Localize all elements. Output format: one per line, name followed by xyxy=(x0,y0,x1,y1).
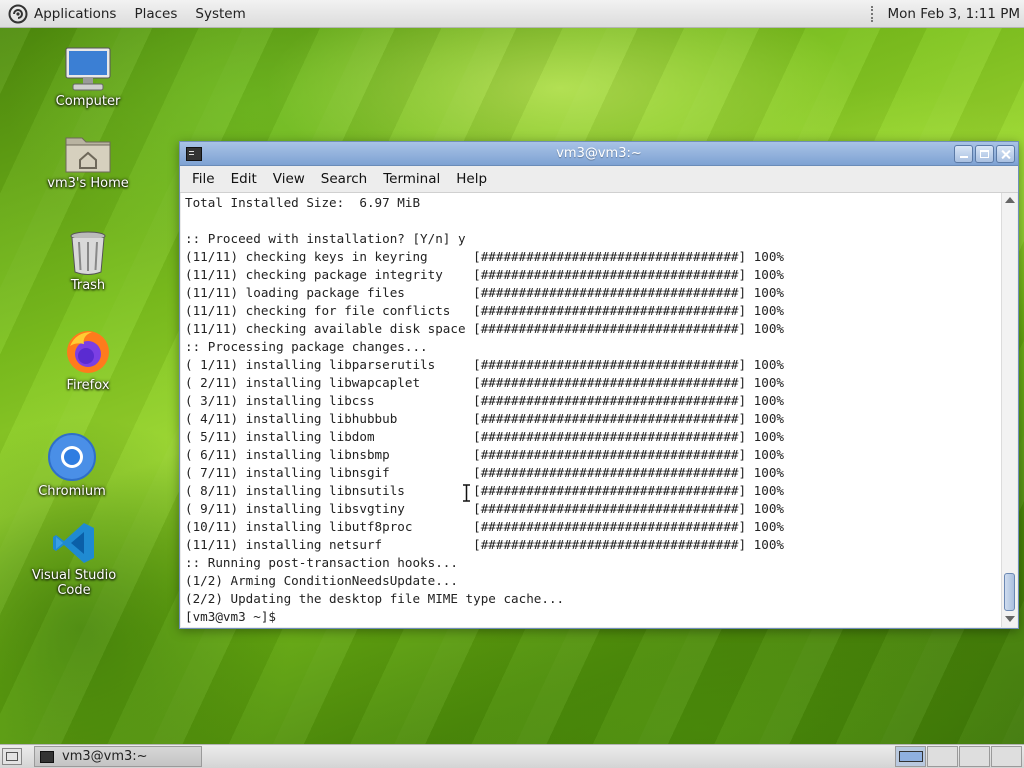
window-controls xyxy=(954,144,1015,163)
firefox-icon xyxy=(67,331,109,373)
home-folder-icon xyxy=(65,137,111,173)
menu-help[interactable]: Help xyxy=(448,171,495,187)
menu-terminal[interactable]: Terminal xyxy=(375,171,448,187)
trash-icon xyxy=(70,231,106,275)
menu-search[interactable]: Search xyxy=(313,171,375,187)
desktop-icon-firefox[interactable]: Firefox xyxy=(28,328,148,393)
panel-status-area: Mon Feb 3, 1:11 PM xyxy=(871,0,1024,28)
applications-menu[interactable]: Applications xyxy=(0,0,125,28)
window-title: vm3@vm3:~ xyxy=(556,146,642,161)
workspace-switcher xyxy=(894,746,1022,767)
desktop-icon-home[interactable]: vm3's Home xyxy=(28,130,148,191)
terminal-output[interactable]: Total Installed Size: 6.97 MiB :: Procee… xyxy=(181,193,1001,627)
desktop-icon-label: Chromium xyxy=(38,484,106,499)
workspace-3[interactable] xyxy=(959,746,990,767)
scrollbar-thumb[interactable] xyxy=(1004,573,1015,611)
desktop-icon-chromium[interactable]: Chromium xyxy=(12,432,132,499)
top-panel: Applications Places System Mon Feb 3, 1:… xyxy=(0,0,1024,28)
scroll-down-arrow-icon[interactable] xyxy=(1005,616,1015,622)
terminal-text: Total Installed Size: 6.97 MiB :: Procee… xyxy=(185,195,784,624)
close-button[interactable] xyxy=(996,144,1015,163)
desktop-icon-label: Visual Studio Code xyxy=(31,568,117,598)
terminal-icon xyxy=(40,750,54,763)
menu-edit[interactable]: Edit xyxy=(223,171,265,187)
workspace-2[interactable] xyxy=(927,746,958,767)
window-titlebar[interactable]: vm3@vm3:~ xyxy=(180,142,1018,166)
bottom-panel: vm3@vm3:~ xyxy=(0,744,1024,768)
menu-file[interactable]: File xyxy=(184,171,223,187)
desktop-icon-vscode[interactable]: Visual Studio Code xyxy=(14,520,134,598)
desktop-icon-label: Computer xyxy=(55,94,121,109)
system-menu[interactable]: System xyxy=(186,0,254,28)
maximize-button[interactable] xyxy=(975,144,994,163)
places-menu[interactable]: Places xyxy=(125,0,186,28)
scroll-up-arrow-icon[interactable] xyxy=(1005,197,1015,203)
computer-icon xyxy=(65,47,111,91)
menu-view[interactable]: View xyxy=(265,171,313,187)
panel-drag-handle[interactable] xyxy=(871,5,877,22)
workspace-1[interactable] xyxy=(895,746,926,767)
terminal-icon xyxy=(186,146,202,161)
clock[interactable]: Mon Feb 3, 1:11 PM xyxy=(887,6,1024,22)
chromium-icon xyxy=(48,433,96,481)
desktop-icon-label: vm3's Home xyxy=(47,176,129,191)
desktop-icon-label: Trash xyxy=(70,278,106,293)
terminal-scrollbar[interactable] xyxy=(1001,193,1017,627)
applications-label: Applications xyxy=(34,5,117,22)
terminal-window[interactable]: vm3@vm3:~ File Edit View Search Terminal… xyxy=(179,141,1019,629)
taskbar-item-label: vm3@vm3:~ xyxy=(62,749,148,764)
distro-logo-icon xyxy=(8,4,28,23)
text-cursor-icon xyxy=(463,484,470,502)
desktop-icon-label: Firefox xyxy=(66,378,110,393)
show-desktop-button[interactable] xyxy=(2,748,22,765)
terminal-menubar: File Edit View Search Terminal Help xyxy=(180,166,1018,193)
vscode-icon xyxy=(53,523,94,563)
desktop-icon-computer[interactable]: Computer xyxy=(28,46,148,109)
desktop-icon-trash[interactable]: Trash xyxy=(28,230,148,293)
workspace-4[interactable] xyxy=(991,746,1022,767)
taskbar-item-terminal[interactable]: vm3@vm3:~ xyxy=(34,746,202,767)
minimize-button[interactable] xyxy=(954,144,973,163)
